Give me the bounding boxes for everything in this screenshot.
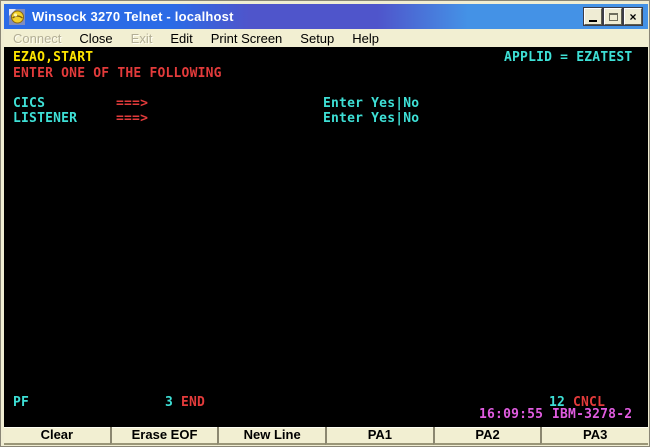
status-time: 16:09:55 — [479, 408, 543, 422]
pf3-number: 3 — [165, 396, 173, 410]
erase-eof-button[interactable]: Erase EOF — [110, 427, 218, 445]
menu-print-screen[interactable]: Print Screen — [202, 31, 292, 46]
pf3-action: END — [181, 396, 205, 410]
keypad-bar: Clear Erase EOF New Line PA1 PA2 PA3 — [4, 425, 648, 445]
maximize-icon — [609, 13, 618, 21]
menu-help[interactable]: Help — [343, 31, 388, 46]
pf-label: PF — [13, 396, 29, 410]
new-line-button[interactable]: New Line — [217, 427, 325, 445]
cics-label: CICS — [13, 97, 45, 111]
maximize-button[interactable] — [604, 8, 622, 25]
listener-label: LISTENER — [13, 112, 77, 126]
app-icon — [9, 9, 25, 25]
menu-setup[interactable]: Setup — [291, 31, 343, 46]
terminal-applid: APPLID = EZATEST — [504, 51, 632, 65]
minimize-icon — [589, 20, 597, 22]
menu-connect: Connect — [4, 31, 70, 46]
terminal-command: EZAO,START — [13, 51, 93, 65]
status-terminal-type: IBM-3278-2 — [552, 408, 632, 422]
pa1-button[interactable]: PA1 — [325, 427, 433, 445]
cics-arrow: ===> — [116, 97, 148, 111]
window-title: Winsock 3270 Telnet - localhost — [32, 9, 234, 24]
telnet-window: Winsock 3270 Telnet - localhost × Connec… — [0, 0, 650, 447]
listener-arrow: ===> — [116, 112, 148, 126]
terminal-screen[interactable]: EZAO,START APPLID = EZATEST ENTER ONE OF… — [4, 47, 648, 425]
menu-edit[interactable]: Edit — [161, 31, 201, 46]
clear-button[interactable]: Clear — [4, 427, 110, 445]
pa2-button[interactable]: PA2 — [433, 427, 541, 445]
menu-close[interactable]: Close — [70, 31, 121, 46]
terminal-prompt-message: ENTER ONE OF THE FOLLOWING — [13, 67, 222, 81]
minimize-button[interactable] — [584, 8, 602, 25]
close-icon: × — [629, 11, 636, 23]
listener-hint: Enter Yes|No — [323, 112, 419, 126]
title-bar[interactable]: Winsock 3270 Telnet - localhost × — [4, 4, 648, 29]
menu-bar: Connect Close Exit Edit Print Screen Set… — [4, 29, 648, 47]
menu-exit: Exit — [122, 31, 162, 46]
close-button[interactable]: × — [624, 8, 642, 25]
window-controls: × — [584, 8, 642, 25]
cics-hint: Enter Yes|No — [323, 97, 419, 111]
pa3-button[interactable]: PA3 — [540, 427, 648, 445]
